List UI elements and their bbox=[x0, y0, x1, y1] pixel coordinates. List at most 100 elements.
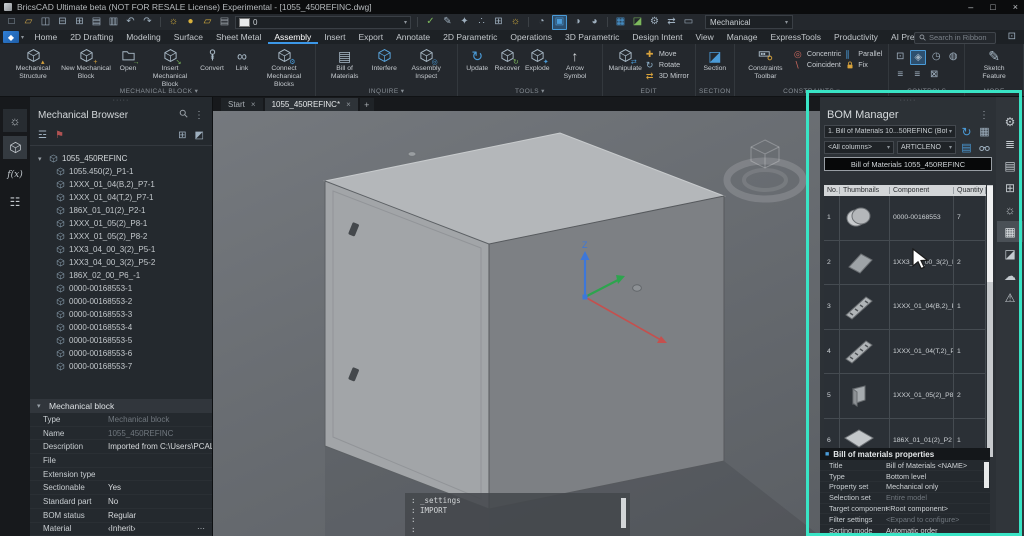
insert-table-icon[interactable]: ▦ bbox=[977, 125, 992, 138]
bom-property-row-target-component[interactable]: Target component<Root component> bbox=[820, 504, 990, 515]
bom-property-row-type[interactable]: TypeBottom level bbox=[820, 471, 990, 482]
tree-root-node[interactable]: ▾1055_450REFINC bbox=[30, 152, 212, 165]
tab-home[interactable]: Home bbox=[28, 30, 64, 44]
property-row-material[interactable]: Material‹Inherit›⋯ bbox=[30, 523, 212, 536]
properties-panel-button[interactable]: ☼ bbox=[997, 199, 1023, 220]
undo-button[interactable]: ↶ bbox=[124, 16, 137, 29]
tree-node[interactable]: 1XXX_01_04(T,2)_P7-1 bbox=[30, 191, 212, 204]
app-menu-caret-icon[interactable]: ▾ bbox=[21, 34, 24, 41]
tab-annotate[interactable]: Annotate bbox=[390, 30, 437, 44]
property-row-bom-status[interactable]: BOM statusRegular bbox=[30, 509, 212, 523]
lookfrom-control[interactable] bbox=[727, 140, 803, 199]
save-button[interactable]: ◫ bbox=[39, 16, 52, 29]
app-menu-button[interactable]: ◆ bbox=[3, 31, 19, 43]
dynamic-ucs-button[interactable]: ⊞ bbox=[492, 16, 505, 29]
bom-properties-scrollbar[interactable] bbox=[984, 462, 989, 488]
kebab-menu-icon[interactable]: ⋮ bbox=[979, 110, 989, 121]
tab-2d-parametric[interactable]: 2D Parametric bbox=[437, 30, 504, 44]
shade-mode-button[interactable]: ◔ bbox=[535, 16, 548, 29]
tips-bulb-button[interactable]: ☼ bbox=[509, 16, 522, 29]
import-button[interactable]: ⊞ bbox=[73, 16, 86, 29]
layer-freeze-button[interactable]: ● bbox=[184, 16, 197, 29]
connect-mechanical-blocks-button[interactable]: ⚙Connect Mechanical Blocks bbox=[257, 46, 311, 88]
tab-2d-drafting[interactable]: 2D Drafting bbox=[64, 30, 120, 44]
contrast-toggle-button[interactable]: ◩ bbox=[195, 130, 204, 141]
tree-node[interactable]: 186X_02_00_P6_-1 bbox=[30, 269, 212, 282]
tree-node[interactable]: 0000-00168553-6 bbox=[30, 347, 212, 360]
panel-grip[interactable]: ····· bbox=[30, 97, 212, 105]
tree-node[interactable]: 186X_01_01(2)_P2-1 bbox=[30, 204, 212, 217]
tree-node[interactable]: 0000-00168553-4 bbox=[30, 321, 212, 334]
column-header-quantity[interactable]: Quantity bbox=[954, 187, 986, 194]
render-mode-button[interactable]: ◕ bbox=[588, 16, 601, 29]
tree-node[interactable]: 0000-00168553-7 bbox=[30, 360, 212, 373]
minimize-button[interactable]: – bbox=[968, 2, 973, 12]
tree-node[interactable]: 1XX3_04_00_3(2)_P5-1 bbox=[30, 243, 212, 256]
property-row-sectionable[interactable]: SectionableYes bbox=[30, 481, 212, 495]
bom-select-dropdown[interactable]: 1. Bill of Materials 10...50REFINC (Bott… bbox=[824, 125, 956, 138]
link-button[interactable]: ∞Link bbox=[227, 46, 257, 73]
redo-button[interactable]: ↷ bbox=[141, 16, 154, 29]
viewport-3d[interactable]: Z : _settings: IMPORT:: bbox=[213, 111, 820, 536]
wireframe-mode-button[interactable]: ▣ bbox=[552, 15, 567, 30]
fix-button[interactable]: Fix bbox=[845, 60, 882, 69]
insert-mechanical-block-button[interactable]: ↘Insert Mechanical Block bbox=[143, 46, 197, 88]
tab-manage[interactable]: Manage bbox=[720, 30, 764, 44]
close-button[interactable]: × bbox=[1013, 2, 1018, 12]
section-button[interactable]: ◪Section bbox=[700, 46, 730, 73]
concentric-button[interactable]: ◎Concentric bbox=[794, 49, 841, 58]
coincident-button[interactable]: ∖Coincident bbox=[794, 60, 841, 69]
slider-a-button[interactable]: ≡ bbox=[893, 68, 907, 81]
publish-button[interactable]: ▥ bbox=[107, 16, 120, 29]
rotate-button[interactable]: ↻Rotate bbox=[646, 60, 689, 69]
perspective-toggle-button[interactable]: ◑ bbox=[571, 16, 584, 29]
interfere-button[interactable]: Interfere bbox=[369, 46, 399, 73]
ucs-gizmo-button[interactable]: ⊡ bbox=[893, 50, 907, 63]
kebab-menu-icon[interactable]: ⋮ bbox=[194, 110, 204, 121]
property-row-name[interactable]: Name1055_450REFINC bbox=[30, 427, 212, 441]
table-icon[interactable]: ▤ bbox=[959, 141, 974, 154]
layout-switch-button[interactable]: ⇄ bbox=[665, 16, 678, 29]
bom-property-row-title[interactable]: TitleBill of Materials <NAME> bbox=[820, 460, 990, 471]
property-row-file[interactable]: File bbox=[30, 454, 212, 468]
tree-node[interactable]: 1XXX_01_05(2)_P8-1 bbox=[30, 217, 212, 230]
bom-property-row-property-set[interactable]: Property setMechanical only bbox=[820, 482, 990, 493]
arrow-symbol-button[interactable]: ↑Arrow Symbol bbox=[552, 46, 597, 81]
open-document-button[interactable]: ▱ bbox=[22, 16, 35, 29]
property-row-extension-type[interactable]: Extension type bbox=[30, 468, 212, 482]
update-button[interactable]: ↻Update bbox=[462, 46, 492, 73]
sort-field-dropdown[interactable]: ARTICLENO ▾ bbox=[897, 141, 956, 154]
cloud-panel-button[interactable]: ☁ bbox=[997, 265, 1023, 286]
search-icon[interactable] bbox=[179, 109, 188, 121]
tree-node[interactable]: 0000-00168553-1 bbox=[30, 282, 212, 295]
bom-row-3[interactable]: 31XXX_01_04(B,2)_P71 bbox=[824, 285, 986, 330]
layers-panel-button[interactable]: ▤ bbox=[997, 155, 1023, 176]
tab-export[interactable]: Export bbox=[352, 30, 390, 44]
warnings-panel-button[interactable]: ⚠ bbox=[997, 287, 1023, 308]
parallel-button[interactable]: ∥Parallel bbox=[845, 49, 882, 58]
assembly-inspect-button[interactable]: ◎Assembly Inspect bbox=[399, 46, 453, 81]
bom-properties-header[interactable]: ■ Bill of materials properties bbox=[820, 448, 990, 460]
manipulate-button[interactable]: ⇄Manipulate bbox=[607, 46, 644, 73]
tab-modeling[interactable]: Modeling bbox=[120, 30, 168, 44]
bom-property-row-sorting-mode[interactable]: Sorting modeAutomatic order bbox=[820, 525, 990, 536]
document-tab-1055-450refinc-[interactable]: 1055_450REFINC*× bbox=[265, 98, 358, 111]
layer-print-button[interactable]: ▤ bbox=[218, 16, 231, 29]
mechanical-browser-cube-button[interactable] bbox=[3, 136, 27, 159]
flag-filter-button[interactable]: ⚑ bbox=[55, 130, 64, 141]
tree-node[interactable]: 1XXX_01_04(B,2)_P7-1 bbox=[30, 178, 212, 191]
layer-lock-button[interactable]: ▱ bbox=[201, 16, 214, 29]
tab-view[interactable]: View bbox=[689, 30, 720, 44]
close-tab-icon[interactable]: × bbox=[346, 100, 351, 109]
column-header-component[interactable]: Component bbox=[890, 187, 954, 194]
column-header-thumbnails[interactable]: Thumbnails bbox=[840, 187, 890, 194]
parameters-fx-button[interactable]: f(x) bbox=[3, 163, 27, 186]
entity-snap-button[interactable]: ∴ bbox=[475, 16, 488, 29]
3d-mirror-button[interactable]: ⇄3D Mirror bbox=[646, 71, 689, 80]
tab-insert[interactable]: Insert bbox=[318, 30, 352, 44]
property-row-type[interactable]: TypeMechanical block bbox=[30, 413, 212, 427]
property-row-description[interactable]: DescriptionImported from C:\Users\PCAL\O… bbox=[30, 440, 212, 454]
tab-operations[interactable]: Operations bbox=[504, 30, 559, 44]
workspace-dropdown[interactable]: Mechanical▾ bbox=[705, 15, 793, 29]
ribbon-panel-toggle-icon[interactable]: ⊡ bbox=[1008, 31, 1016, 42]
